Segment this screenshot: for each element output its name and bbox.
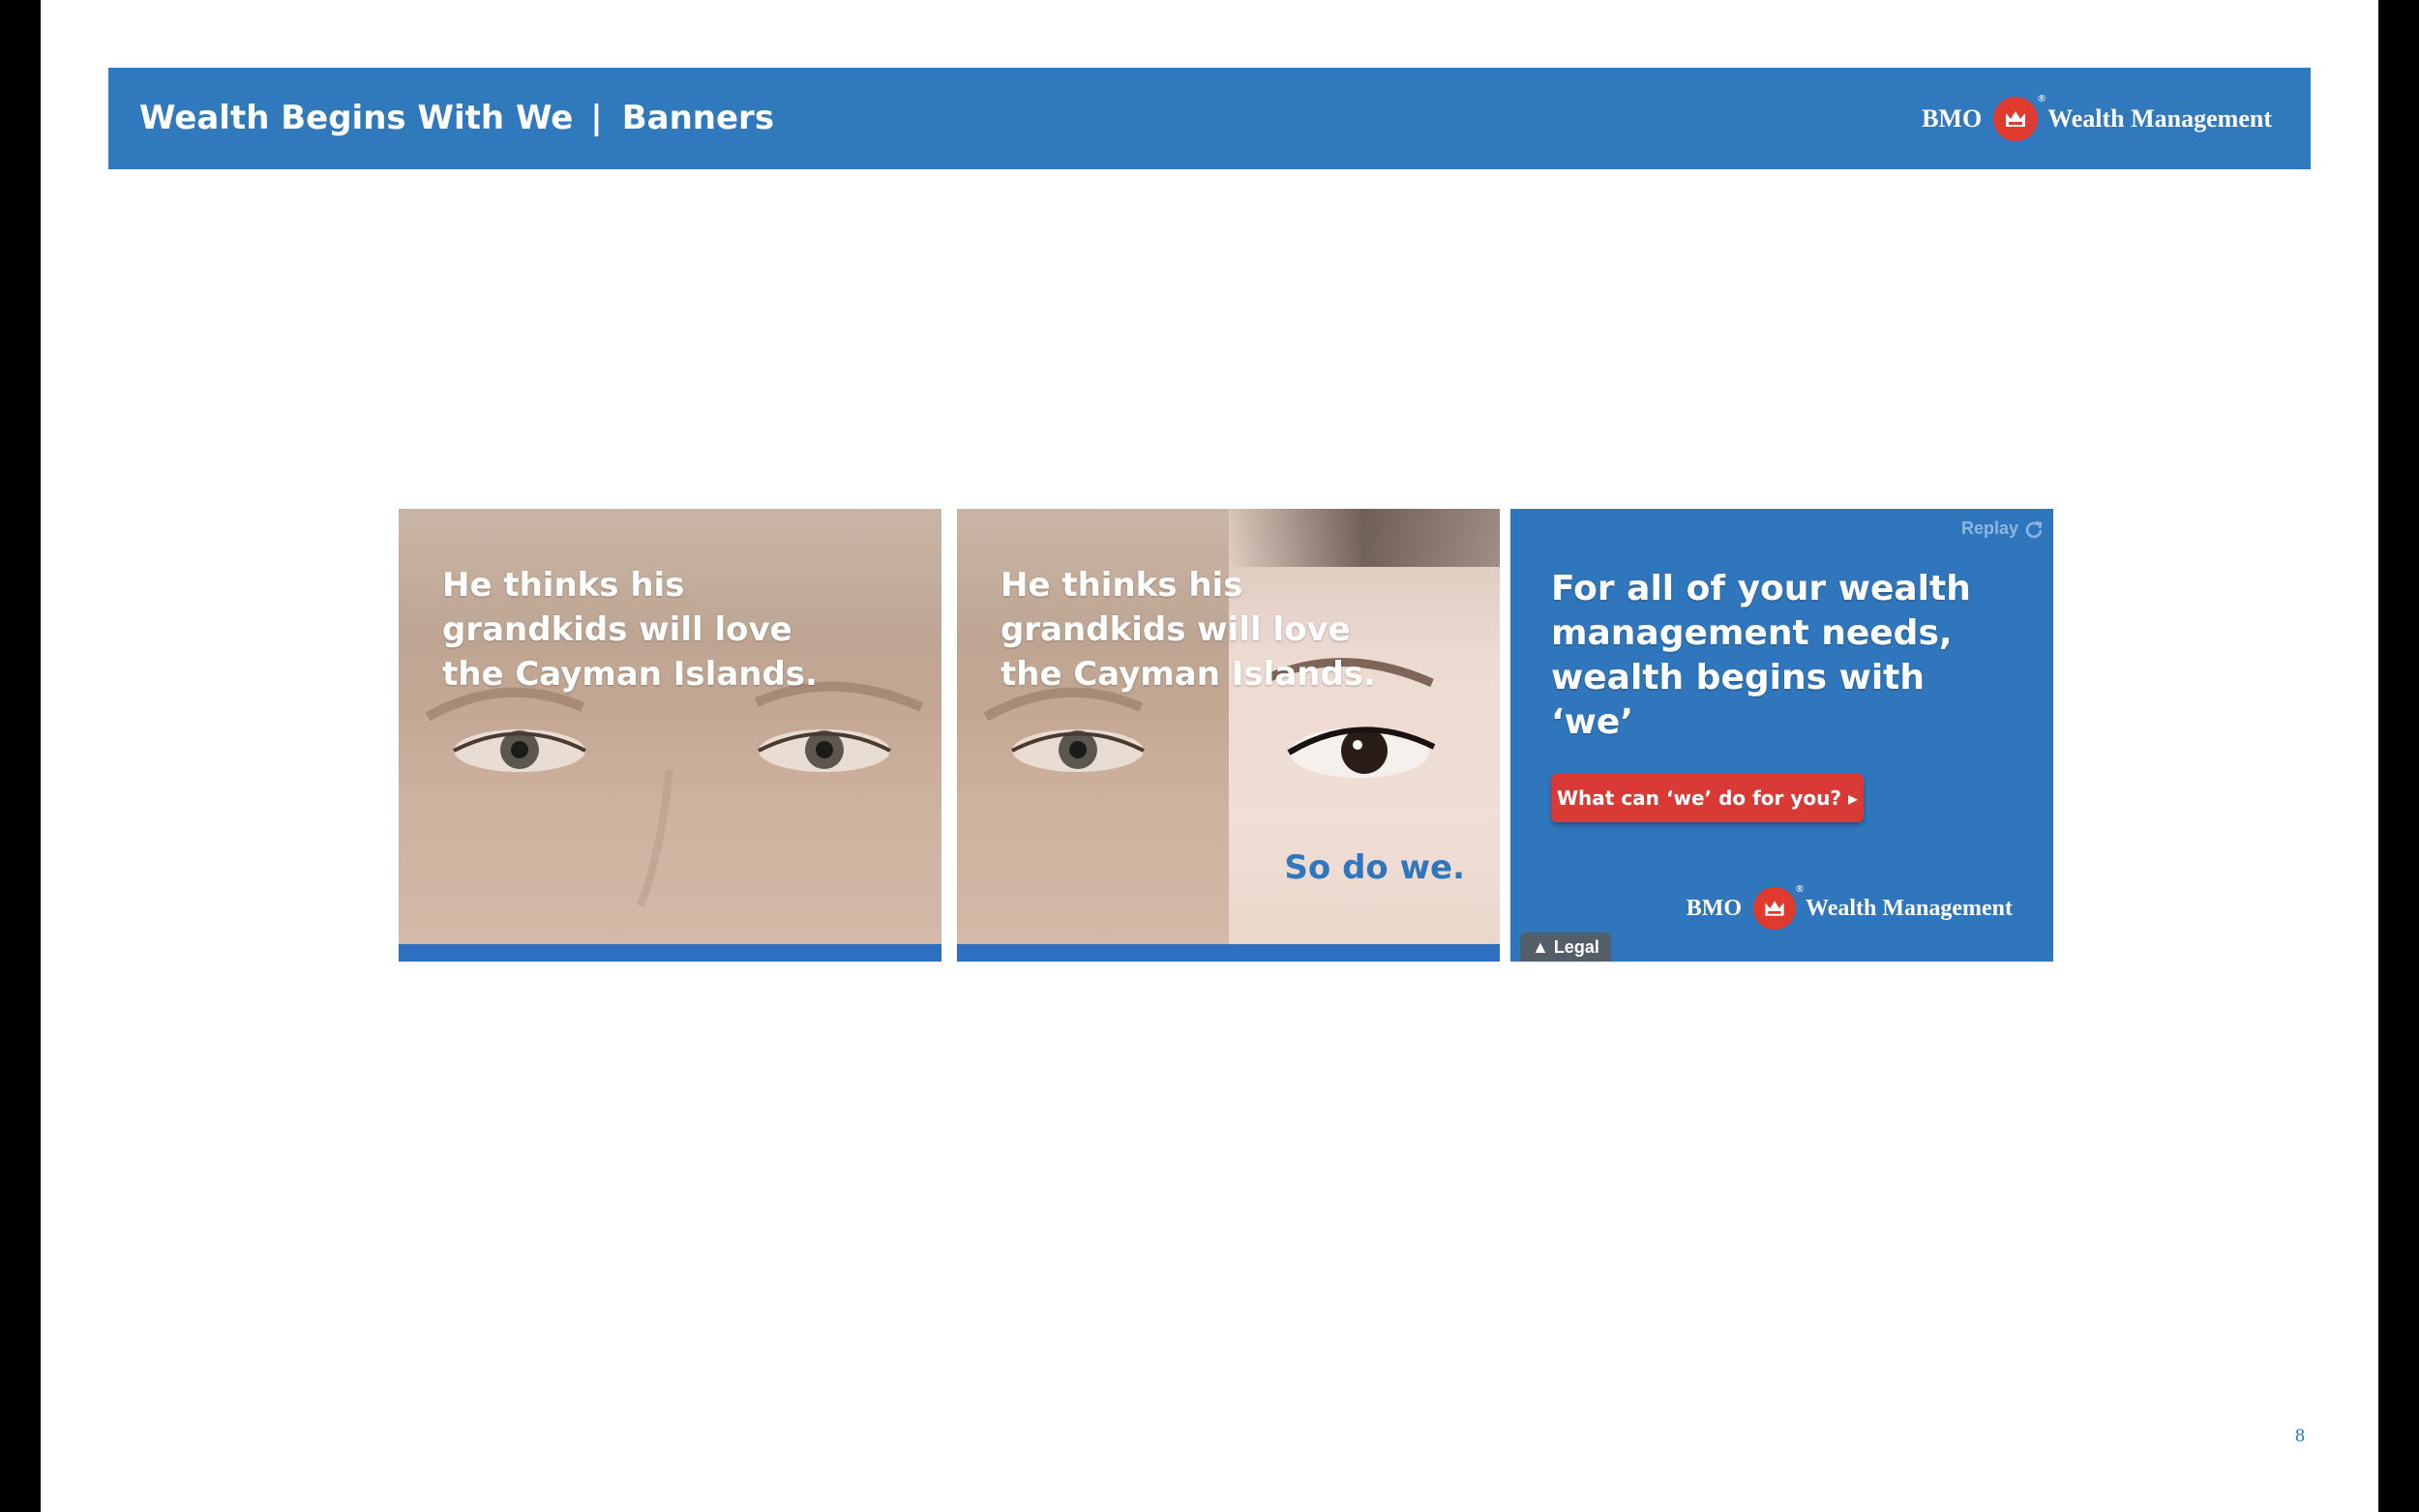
banner-1-headline: He thinks his grandkids will love the Ca…	[442, 566, 818, 694]
legal-button[interactable]: ▲ Legal	[1520, 933, 1611, 962]
replay-icon	[2025, 520, 2043, 538]
title-text: Wealth Begins With We	[139, 99, 574, 137]
banner-2-headline: He thinks his grandkids will love the Ca…	[1000, 566, 1376, 694]
page-number: 8	[2295, 1425, 2305, 1446]
banner-3[interactable]: Replay For all of your wealth management…	[1510, 509, 2053, 962]
replay-label: Replay	[1960, 519, 2018, 538]
page-title: Wealth Begins With We | Banners	[139, 68, 774, 169]
bmo-roundel-icon: ®	[1993, 93, 2046, 141]
banner-2-tagline: So do we.	[1284, 848, 1465, 887]
section-text: Banners	[621, 99, 775, 137]
bmo-roundel-icon: ®	[1753, 883, 1804, 930]
bmo-logo: BMO ® Wealth Management	[1922, 68, 2272, 169]
logo-wealth-text: Wealth Management	[1806, 895, 2013, 921]
banner-2-bottom-bar	[957, 944, 1500, 962]
logo-bmo-text: BMO	[1686, 895, 1743, 921]
banner-1-bottom-bar	[399, 944, 941, 962]
registered-mark: ®	[2037, 92, 2046, 104]
banner-1[interactable]: He thinks his grandkids will love the Ca…	[399, 509, 941, 962]
registered-mark: ®	[1795, 883, 1805, 895]
banner-3-headline: For all of your wealth management needs,…	[1551, 569, 1971, 742]
hair-shadow	[1229, 509, 1500, 567]
logo-wealth-text: Wealth Management	[2047, 104, 2272, 133]
header-bar: Wealth Begins With We | Banners BMO ® Weal…	[108, 68, 2311, 169]
cta-button[interactable]: What can ‘we’ do for you? ▸	[1551, 774, 1864, 822]
banner-bmo-logo: BMO ® Wealth Management	[1686, 883, 2013, 933]
logo-bmo-text: BMO	[1922, 104, 1983, 133]
title-separator: |	[590, 99, 603, 137]
replay-button[interactable]: Replay	[1961, 519, 2044, 539]
banner-2[interactable]: He thinks his grandkids will love the Ca…	[957, 509, 1500, 962]
